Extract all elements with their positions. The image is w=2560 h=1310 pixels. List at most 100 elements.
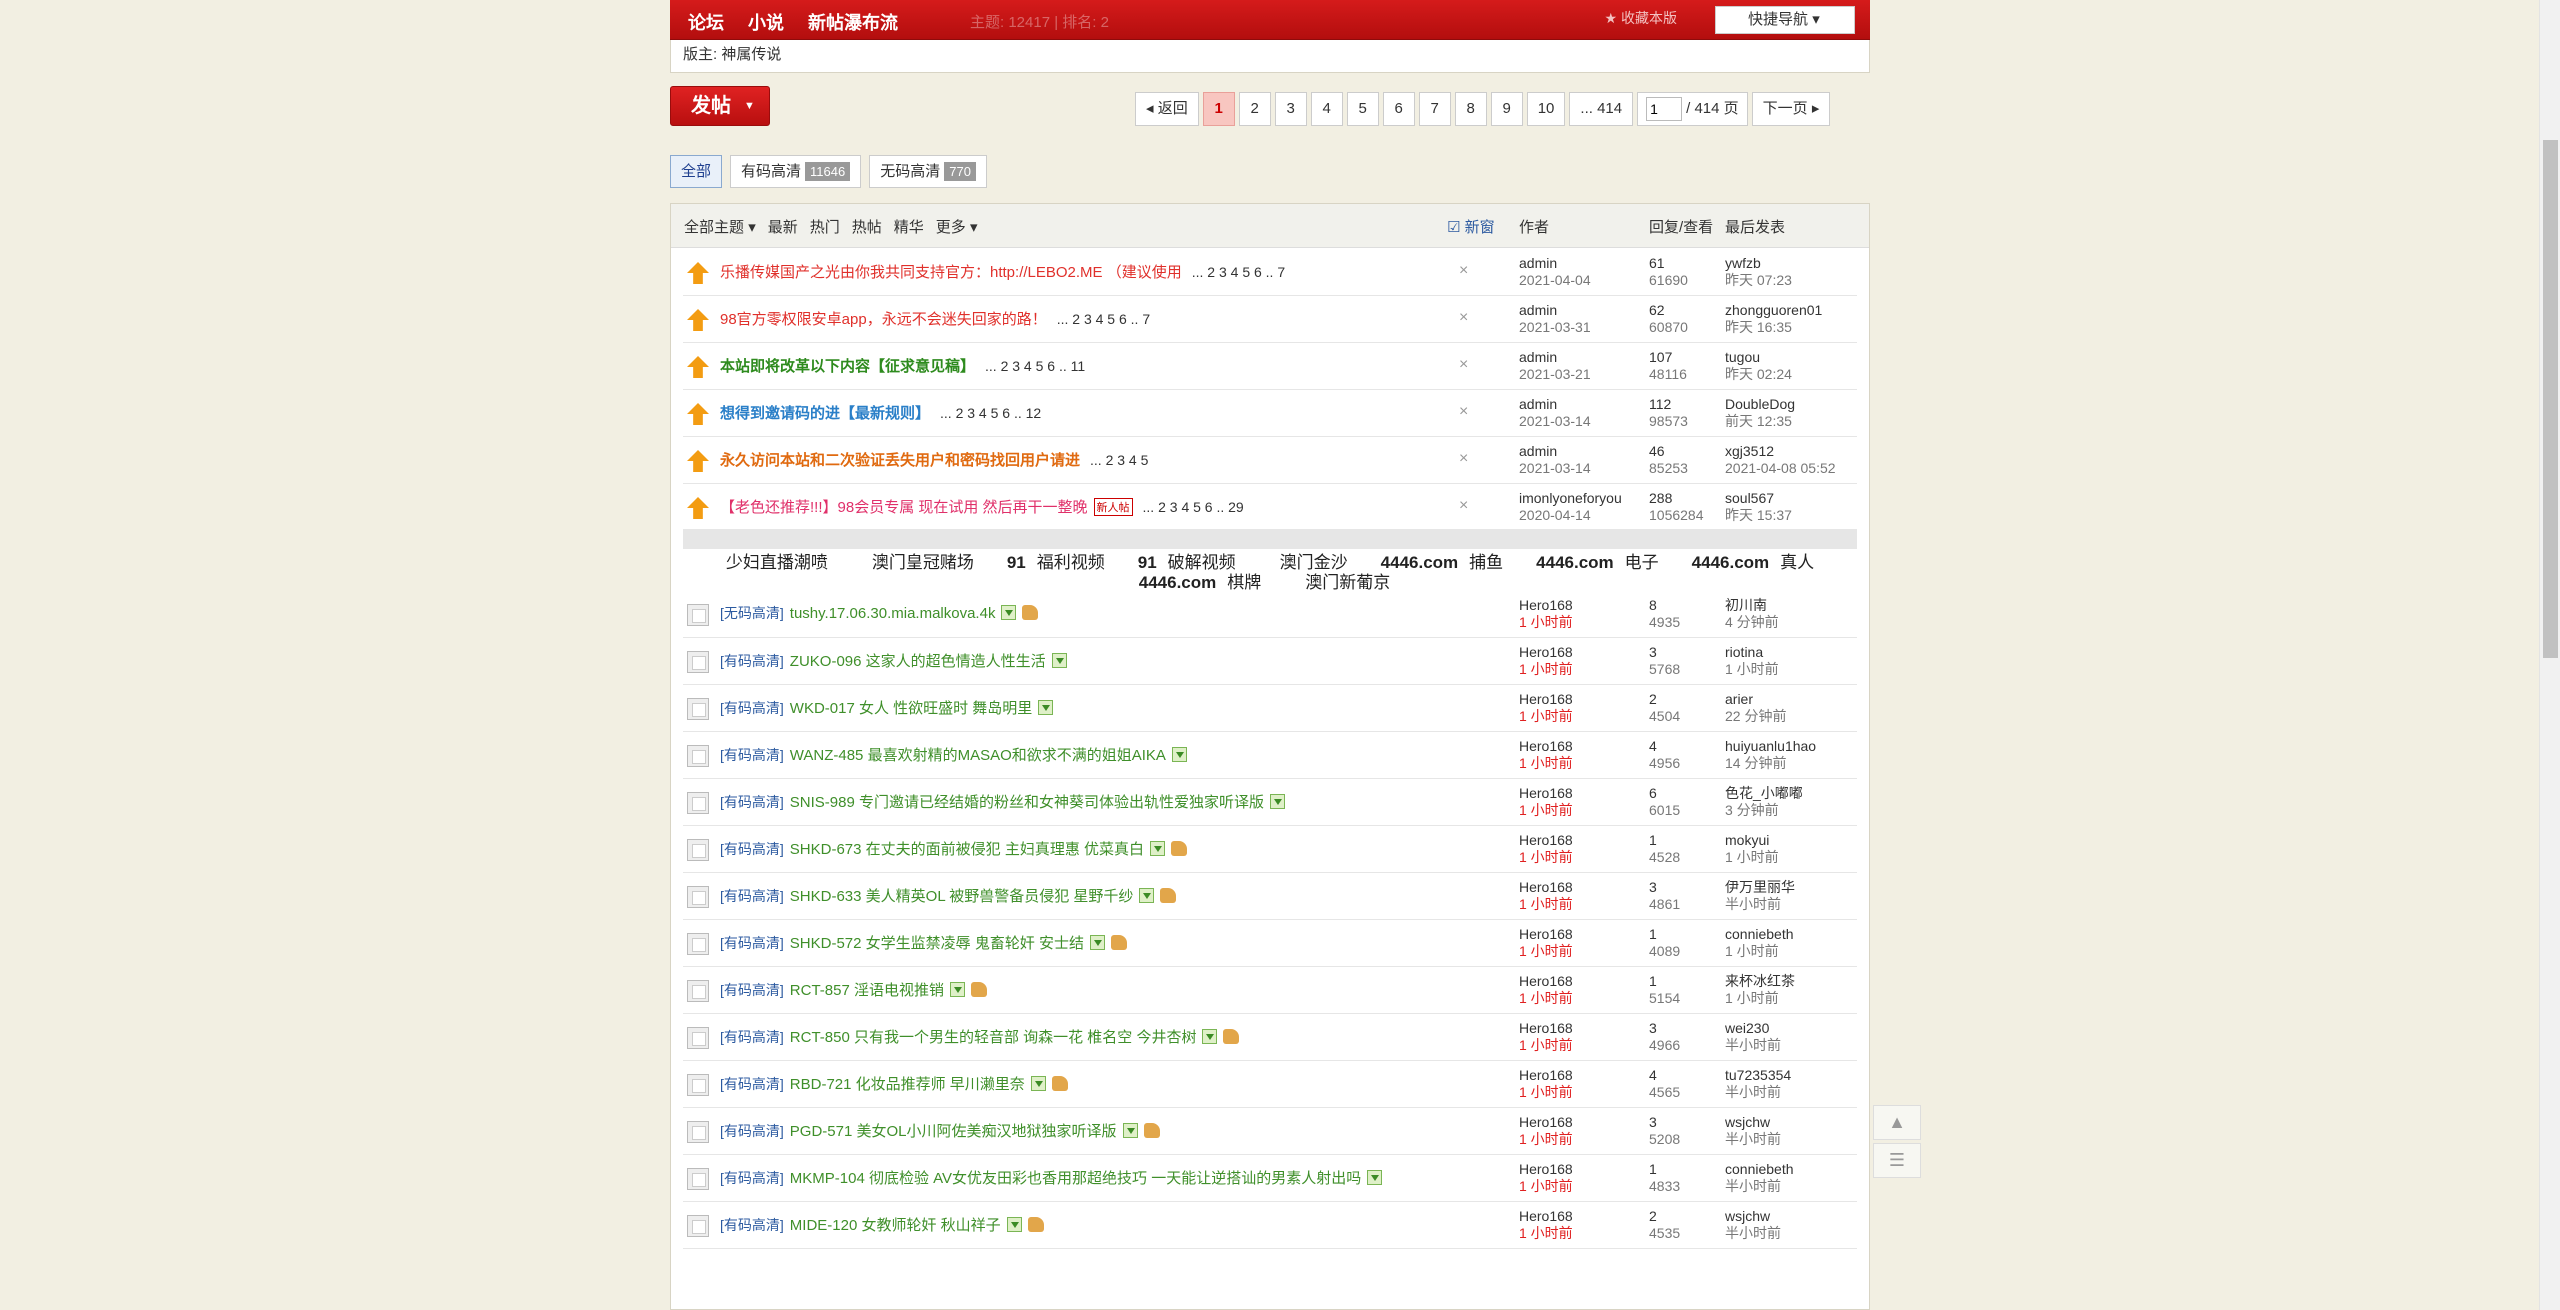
author-name[interactable]: admin: [1519, 302, 1591, 319]
thread-status-icon[interactable]: [687, 745, 709, 767]
favorite-link[interactable]: ★ 收藏本版: [1605, 8, 1677, 28]
author-name[interactable]: admin: [1519, 396, 1591, 413]
close-icon[interactable]: ×: [1459, 309, 1468, 327]
thread-type-tag[interactable]: [有码高清]: [720, 653, 784, 669]
last-post-time[interactable]: 1 小时前: [1725, 849, 1779, 866]
last-post-time[interactable]: 昨天 07:23: [1725, 272, 1792, 289]
ad-link[interactable]: 4446.com 棋牌: [1139, 573, 1273, 593]
last-post-time[interactable]: 半小时前: [1725, 1225, 1781, 1242]
page-link[interactable]: 10: [1526, 92, 1566, 126]
thread-title-link[interactable]: RBD-721 化妆品推荐师 早川濑里奈: [790, 1076, 1025, 1093]
last-poster[interactable]: 初川南: [1725, 597, 1779, 614]
thread-title-link[interactable]: PGD-571 美女OL小川阿佐美痴汉地狱独家听译版: [790, 1123, 1117, 1140]
thread-type-tag[interactable]: [有码高清]: [720, 935, 784, 951]
ad-link[interactable]: 4446.com 电子: [1536, 553, 1670, 573]
thread-status-icon[interactable]: [687, 1215, 709, 1237]
tab-all-threads[interactable]: 全部主题 ▾: [684, 216, 756, 237]
thread-type-tag[interactable]: [有码高清]: [720, 1029, 784, 1045]
close-icon[interactable]: ×: [1459, 497, 1468, 515]
last-poster[interactable]: huiyuanlu1hao: [1725, 738, 1816, 755]
nav-waterfall[interactable]: 新帖瀑布流: [808, 9, 898, 35]
author-name[interactable]: admin: [1519, 349, 1591, 366]
thread-title-link[interactable]: WANZ-485 最喜欢射精的MASAO和欲求不满的姐姐AIKA: [790, 747, 1166, 764]
last-poster[interactable]: zhongguoren01: [1725, 302, 1822, 319]
thread-type-tag[interactable]: [有码高清]: [720, 888, 784, 904]
last-poster[interactable]: ywfzb: [1725, 255, 1792, 272]
last-poster[interactable]: arier: [1725, 691, 1786, 708]
thread-title-link[interactable]: MKMP-104 彻底检验 AV女优友田彩也香用那超绝技巧 一天能让逆搭讪的男素…: [790, 1170, 1361, 1187]
thread-status-icon[interactable]: [687, 604, 709, 626]
last-post-time[interactable]: 1 小时前: [1725, 661, 1779, 678]
tab-hot-posts[interactable]: 热帖: [852, 216, 882, 237]
thread-page-links[interactable]: ... 2 3 4 5 6 .. 11: [985, 358, 1085, 374]
page-link[interactable]: 7: [1418, 92, 1451, 126]
last-post-time[interactable]: 半小时前: [1725, 896, 1795, 913]
page-link-current[interactable]: 1: [1202, 92, 1235, 126]
thread-page-links[interactable]: ... 2 3 4 5 6 .. 29: [1143, 499, 1244, 515]
thread-status-icon[interactable]: [687, 651, 709, 673]
thread-page-links[interactable]: ... 2 3 4 5: [1090, 452, 1148, 468]
close-icon[interactable]: ×: [1459, 356, 1468, 374]
author-name[interactable]: Hero168: [1519, 832, 1573, 849]
author-name[interactable]: Hero168: [1519, 973, 1573, 990]
last-post-time[interactable]: 半小时前: [1725, 1131, 1781, 1148]
thread-status-icon[interactable]: [687, 698, 709, 720]
thread-type-tag[interactable]: [有码高清]: [720, 982, 784, 998]
last-poster[interactable]: DoubleDog: [1725, 396, 1795, 413]
thread-title-link[interactable]: 永久访问本站和二次验证丢失用户和密码找回用户请进: [720, 452, 1080, 469]
new-post-button[interactable]: 发帖 ▼: [670, 86, 770, 126]
ad-link[interactable]: 4446.com 真人: [1692, 553, 1826, 573]
last-poster[interactable]: 来杯冰红茶: [1725, 973, 1795, 990]
filter-censored[interactable]: 有码高清 11646: [730, 155, 862, 188]
ad-link[interactable]: 澳门金沙: [1269, 553, 1359, 573]
thread-status-icon[interactable]: [687, 1168, 709, 1190]
thread-status-icon[interactable]: [687, 839, 709, 861]
thread-title-link[interactable]: RCT-850 只有我一个男生的轻音部 询森一花 椎名空 今井杏树: [790, 1029, 1197, 1046]
last-post-time[interactable]: 1 小时前: [1725, 943, 1794, 960]
thread-title-link[interactable]: SNIS-989 专门邀请已经结婚的粉丝和女神葵司体验出轨性爱独家听译版: [790, 794, 1264, 811]
author-name[interactable]: admin: [1519, 443, 1591, 460]
thread-status-icon[interactable]: [687, 980, 709, 1002]
last-poster[interactable]: 伊万里丽华: [1725, 879, 1795, 896]
close-icon[interactable]: ×: [1459, 450, 1468, 468]
author-name[interactable]: Hero168: [1519, 785, 1573, 802]
thread-page-links[interactable]: ... 2 3 4 5 6 .. 7: [1057, 311, 1150, 327]
thread-type-tag[interactable]: [有码高清]: [720, 747, 784, 763]
last-poster[interactable]: xgj3512: [1725, 443, 1836, 460]
thread-type-tag[interactable]: [有码高清]: [720, 1123, 784, 1139]
last-poster[interactable]: tu7235354: [1725, 1067, 1791, 1084]
page-jump-input[interactable]: [1646, 97, 1683, 121]
last-post-time[interactable]: 昨天 02:24: [1725, 366, 1792, 383]
page-link[interactable]: 9: [1490, 92, 1523, 126]
page-link[interactable]: 5: [1346, 92, 1379, 126]
author-name[interactable]: Hero168: [1519, 879, 1573, 896]
tab-digest[interactable]: 精华: [894, 216, 924, 237]
last-post-time[interactable]: 半小时前: [1725, 1084, 1791, 1101]
thread-title-link[interactable]: SHKD-673 在丈夫的面前被侵犯 主妇真理惠 优菜真白: [790, 841, 1144, 858]
author-name[interactable]: Hero168: [1519, 644, 1573, 661]
thread-title-link[interactable]: 本站即将改革以下内容【征求意见稿】: [720, 358, 975, 375]
tab-more[interactable]: 更多 ▾: [936, 216, 978, 237]
last-post-time[interactable]: 前天 12:35: [1725, 413, 1795, 430]
last-poster[interactable]: wei230: [1725, 1020, 1781, 1037]
thread-type-tag[interactable]: [有码高清]: [720, 794, 784, 810]
thread-status-icon[interactable]: [687, 933, 709, 955]
last-post-time[interactable]: 半小时前: [1725, 1178, 1794, 1195]
thread-title-link[interactable]: SHKD-633 美人精英OL 被野兽警备员侵犯 星野千纱: [790, 888, 1134, 905]
thread-status-icon[interactable]: [687, 1121, 709, 1143]
thread-page-links[interactable]: ... 2 3 4 5 6 .. 12: [940, 405, 1041, 421]
close-icon[interactable]: ×: [1459, 403, 1468, 421]
filter-all[interactable]: 全部: [670, 155, 723, 188]
ad-link[interactable]: 91 破解视频: [1138, 553, 1247, 573]
page-link[interactable]: 8: [1454, 92, 1487, 126]
thread-title-link[interactable]: ZUKO-096 这家人的超色情造人性生活: [790, 653, 1046, 670]
list-view-icon[interactable]: ☰: [1873, 1143, 1921, 1178]
last-poster[interactable]: conniebeth: [1725, 926, 1794, 943]
author-name[interactable]: Hero168: [1519, 1020, 1573, 1037]
thread-status-icon[interactable]: [687, 1074, 709, 1096]
last-post-time[interactable]: 昨天 15:37: [1725, 507, 1792, 524]
thread-title-link[interactable]: tushy.17.06.30.mia.malkova.4k: [790, 605, 996, 622]
nav-novel[interactable]: 小说: [748, 9, 784, 35]
new-window-toggle[interactable]: ☑ 新窗: [1447, 216, 1495, 237]
filter-uncensored[interactable]: 无码高清 770: [869, 155, 987, 188]
